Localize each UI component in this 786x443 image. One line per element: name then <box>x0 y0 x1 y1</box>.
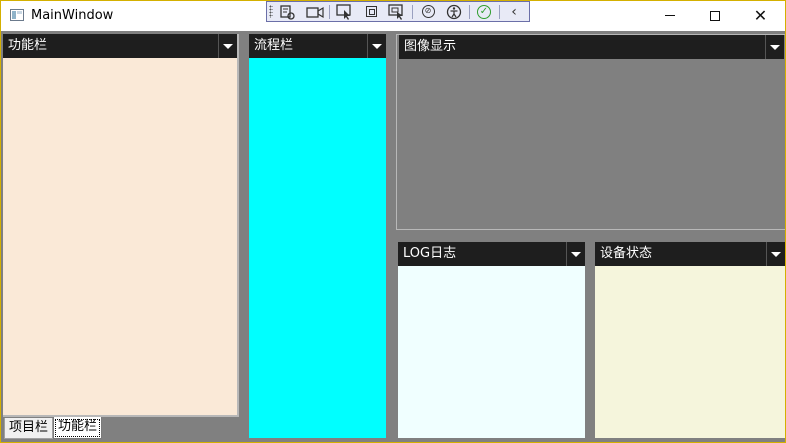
camera-icon[interactable] <box>305 3 325 20</box>
toolbar-separator <box>412 5 413 19</box>
maximize-icon <box>709 10 720 21</box>
log-panel[interactable]: LOG日志 <box>398 242 585 438</box>
image-display-panel[interactable]: 图像显示 <box>396 34 785 230</box>
minimize-icon <box>664 15 675 16</box>
triangle-down-icon <box>223 43 233 49</box>
triangle-down-icon <box>771 251 781 257</box>
device-status-dropdown-button[interactable] <box>766 242 785 266</box>
device-status-header[interactable]: 设备状态 <box>595 242 785 266</box>
triangle-down-icon <box>770 44 780 50</box>
tab-function[interactable]: 功能栏 <box>53 417 103 439</box>
close-button[interactable]: ✕ <box>738 1 783 30</box>
toolbar-separator <box>469 5 470 19</box>
device-status-title: 设备状态 <box>600 246 653 261</box>
device-status-panel[interactable]: 设备状态 <box>595 242 785 438</box>
log-panel-title: LOG日志 <box>403 246 457 261</box>
flow-panel-title: 流程栏 <box>254 38 294 53</box>
accessibility-icon[interactable] <box>444 3 464 20</box>
image-display-dropdown-button[interactable] <box>765 35 784 59</box>
toolbar-separator <box>499 5 500 19</box>
image-display-title: 图像显示 <box>404 39 457 54</box>
triangle-down-icon <box>571 251 581 257</box>
triangle-down-icon <box>372 43 382 49</box>
debug-toolbar: ⊘ ✓ ‹ <box>266 1 530 22</box>
binding-failures-icon[interactable]: ⊘ <box>418 3 438 20</box>
close-icon: ✕ <box>753 5 768 25</box>
hot-reload-ok-icon[interactable]: ✓ <box>474 3 494 20</box>
window-title: MainWindow <box>31 8 114 23</box>
minimize-button[interactable] <box>647 1 692 30</box>
tab-project[interactable]: 项目栏 <box>4 418 54 439</box>
toolbar-separator <box>329 5 330 19</box>
flow-panel-dropdown-button[interactable] <box>367 34 386 58</box>
function-panel-dropdown-button[interactable] <box>218 34 237 58</box>
collapse-toolbar-icon[interactable]: ‹ <box>504 3 524 20</box>
select-element-icon[interactable] <box>335 3 355 20</box>
maximize-button[interactable] <box>692 1 737 30</box>
app-window-icon <box>10 9 24 21</box>
live-visual-tree-icon[interactable] <box>277 3 297 20</box>
display-layout-adorners-icon[interactable] <box>361 3 381 20</box>
log-panel-dropdown-button[interactable] <box>566 242 585 266</box>
log-panel-header[interactable]: LOG日志 <box>398 242 585 266</box>
toolbar-grip[interactable] <box>269 5 273 18</box>
image-display-header[interactable]: 图像显示 <box>399 35 784 59</box>
function-panel-title: 功能栏 <box>8 38 48 53</box>
flow-panel[interactable]: 流程栏 <box>249 34 386 438</box>
track-focused-element-icon[interactable] <box>387 3 407 20</box>
function-panel[interactable]: 功能栏 <box>3 34 239 417</box>
function-panel-header[interactable]: 功能栏 <box>3 34 237 58</box>
flow-panel-header[interactable]: 流程栏 <box>249 34 386 58</box>
